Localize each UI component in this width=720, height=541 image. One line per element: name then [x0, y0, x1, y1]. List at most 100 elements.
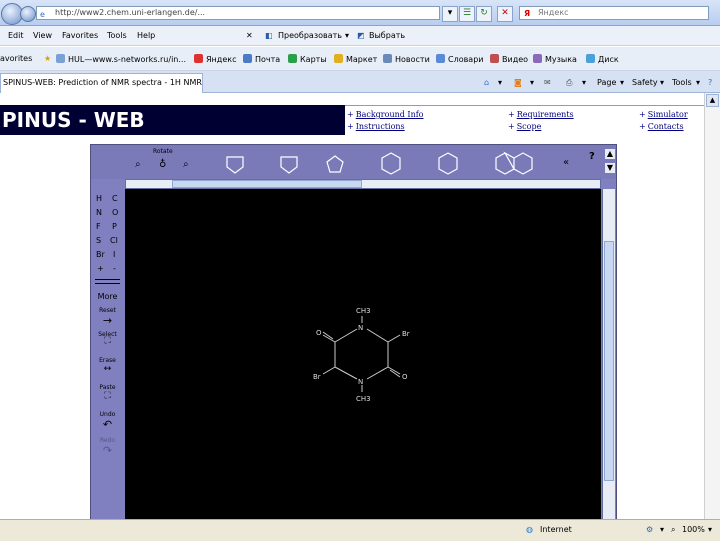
zoom-icon[interactable]: ⌕ — [135, 159, 141, 170]
plus-icon: + — [508, 122, 515, 131]
cyclobutane-button[interactable] — [280, 156, 298, 174]
zoom-out-icon[interactable]: ⌕ — [183, 159, 189, 170]
erase-icon[interactable]: ↔ — [91, 364, 124, 374]
help-button[interactable]: ? — [589, 151, 595, 162]
naphthalene-button[interactable] — [495, 151, 533, 175]
menu-edit[interactable]: Edit — [8, 31, 24, 40]
chevron-down-icon[interactable]: ▾ — [696, 78, 700, 87]
scroll-down-icon[interactable]: ▼ — [605, 163, 615, 173]
arrow-icon[interactable]: « — [563, 157, 569, 168]
fav-link-mail[interactable]: Почта — [243, 54, 280, 64]
print-icon[interactable]: ⎙ — [566, 78, 572, 88]
tab-spinus[interactable]: SPINUS-WEB: Prediction of NMR spectra - … — [0, 73, 203, 93]
link-requirements[interactable]: + Requirements — [508, 110, 574, 119]
cyclopentane-button[interactable] — [326, 155, 344, 173]
dropdown-arrow-icon[interactable]: ▾ — [442, 6, 458, 22]
safety-menu[interactable]: Safety — [632, 78, 658, 87]
element-p[interactable]: P — [112, 222, 117, 231]
scroll-up-icon[interactable]: ▲ — [605, 149, 615, 159]
fav-link-market[interactable]: Маркет — [334, 54, 377, 64]
menu-tools[interactable]: Tools — [107, 31, 127, 40]
fav-link-hul[interactable]: HUL—www.s-networks.ru/in... — [56, 54, 186, 64]
drawing-canvas[interactable]: CH3 N Br O O Br N CH3 — [125, 189, 601, 519]
translate-button[interactable]: Преобразовать — [278, 31, 342, 40]
scroll-up-icon[interactable]: ▲ — [706, 94, 719, 107]
zoom-icon[interactable]: ⌕ — [671, 525, 675, 535]
chevron-down-icon[interactable]: ▾ — [660, 525, 664, 534]
fav-link-disk[interactable]: Диск — [586, 54, 619, 64]
element-cl[interactable]: Cl — [110, 236, 118, 245]
chevron-down-icon[interactable]: ▾ — [530, 78, 534, 87]
element-i[interactable]: I — [113, 250, 115, 259]
menu-view[interactable]: View — [33, 31, 52, 40]
element-f[interactable]: F — [96, 222, 101, 231]
chevron-down-icon[interactable]: ▾ — [498, 78, 502, 87]
protected-mode-icon[interactable]: ⚙ — [646, 525, 653, 534]
charge-minus[interactable]: - — [113, 264, 116, 273]
chevron-down-icon[interactable]: ▾ — [660, 78, 664, 87]
paste-icon[interactable]: ⛶ — [91, 391, 124, 401]
undo-icon[interactable]: ↶ — [91, 418, 124, 431]
forward-button[interactable] — [20, 6, 36, 22]
stop-icon[interactable]: ✕ — [497, 6, 513, 22]
fav-link-maps[interactable]: Карты — [288, 54, 327, 64]
atom-label: CH3 — [356, 307, 371, 315]
link-background-info[interactable]: + Background Info — [347, 110, 424, 119]
cyclopropane-button[interactable] — [226, 156, 244, 174]
rotate-icon[interactable]: ♁ — [159, 159, 166, 170]
feeds-icon[interactable]: ◙ — [514, 78, 522, 87]
map-icon — [288, 54, 297, 63]
chevron-down-icon[interactable]: ▾ — [345, 31, 349, 40]
vscroll-thumb[interactable] — [604, 241, 614, 481]
link-instructions[interactable]: + Instructions — [347, 122, 405, 131]
yandex-icon: Я — [524, 9, 531, 18]
menu-favorites[interactable]: Favorites — [62, 31, 98, 40]
search-input[interactable]: Я Яндекс — [519, 6, 709, 20]
select-icon: ◩ — [357, 31, 365, 40]
address-input[interactable]: e http://www2.chem.uni-erlangen.de/... — [36, 6, 440, 20]
home-icon[interactable]: ⌂ — [484, 78, 489, 87]
benzene-button[interactable] — [438, 152, 458, 175]
help-icon[interactable]: ? — [708, 78, 712, 87]
link-simulator[interactable]: + Simulator — [639, 110, 688, 119]
fav-link-video[interactable]: Видео — [490, 54, 528, 64]
compatibility-icon[interactable]: ☰ — [459, 6, 475, 22]
canvas-vscroll[interactable] — [602, 189, 615, 519]
zoom-level[interactable]: 100% — [682, 525, 705, 534]
charge-plus[interactable]: + — [97, 264, 104, 273]
element-br[interactable]: Br — [96, 250, 105, 259]
hscroll-thumb[interactable] — [172, 180, 362, 188]
fav-link-news[interactable]: Новости — [383, 54, 430, 64]
more-button[interactable]: More — [91, 292, 124, 301]
tools-menu[interactable]: Tools — [672, 78, 692, 87]
element-n[interactable]: N — [96, 208, 102, 217]
fav-link-yandex[interactable]: Яндекс — [194, 54, 236, 64]
canvas-hscroll[interactable] — [125, 179, 601, 189]
refresh-icon[interactable]: ↻ — [476, 6, 492, 22]
plus-icon: + — [639, 110, 646, 119]
bond-arrow-icon[interactable]: → — [91, 314, 124, 327]
chevron-down-icon[interactable]: ▾ — [620, 78, 624, 87]
close-toolbar-icon[interactable]: ✕ — [246, 31, 253, 40]
read-mail-icon[interactable]: ✉ — [544, 78, 551, 87]
chevron-down-icon[interactable]: ▾ — [708, 525, 712, 534]
select-icon[interactable]: ⛶ — [91, 336, 124, 346]
cyclohexane-button[interactable] — [381, 152, 401, 175]
select-button[interactable]: Выбрать — [369, 31, 405, 40]
fav-label: Новости — [395, 55, 430, 64]
fav-link-music[interactable]: Музыка — [533, 54, 577, 64]
fav-link-dictionary[interactable]: Словари — [436, 54, 484, 64]
menu-help[interactable]: Help — [137, 31, 155, 40]
link-contacts[interactable]: + Contacts — [639, 122, 684, 131]
page-scrollbar[interactable]: ▲ — [704, 93, 720, 519]
element-c[interactable]: C — [112, 194, 118, 203]
link-scope[interactable]: + Scope — [508, 122, 541, 131]
page-menu[interactable]: Page — [597, 78, 616, 87]
redo-icon[interactable]: ↷ — [91, 444, 124, 457]
favorites-label[interactable]: avorites — [0, 54, 32, 63]
element-o[interactable]: O — [112, 208, 118, 217]
element-s[interactable]: S — [96, 236, 101, 245]
redo-label: Redo — [99, 437, 116, 444]
chevron-down-icon[interactable]: ▾ — [582, 78, 586, 87]
element-h[interactable]: H — [96, 194, 102, 203]
